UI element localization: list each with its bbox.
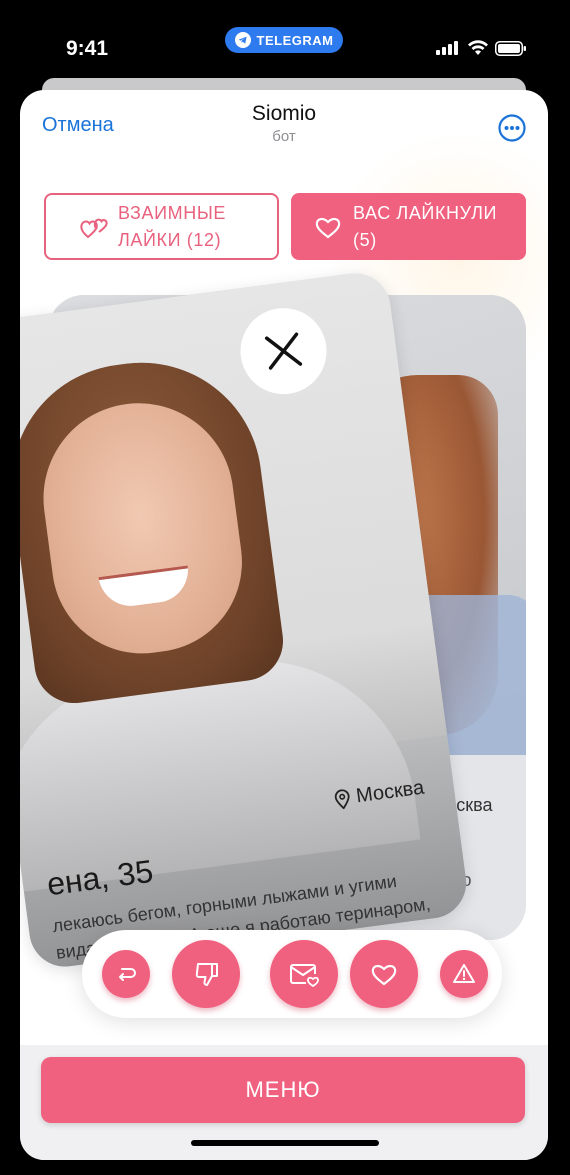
like-button[interactable] bbox=[350, 940, 418, 1008]
status-time: 9:41 bbox=[66, 37, 109, 60]
heart-icon bbox=[371, 964, 397, 986]
message-button[interactable] bbox=[270, 940, 338, 1008]
home-indicator bbox=[191, 1140, 379, 1146]
heart-icon bbox=[315, 217, 341, 238]
more-circle-icon[interactable] bbox=[498, 114, 526, 142]
status-bar: 9:41 TELEGRAM bbox=[0, 0, 570, 90]
close-card-button[interactable] bbox=[235, 302, 332, 400]
wifi-icon bbox=[468, 40, 488, 55]
tab-mutual-likes-label: ВЗАИМНЫЕ ЛАЙКИ (12) bbox=[118, 202, 226, 250]
dislike-button[interactable] bbox=[172, 940, 240, 1008]
signal-icon bbox=[436, 41, 458, 55]
menu-button[interactable]: МЕНЮ bbox=[41, 1057, 525, 1123]
bot-title: Siomio bbox=[251, 102, 317, 125]
bot-webapp-sheet: Отмена Siomio бот ВЗАИМНЫЕ ЛАЙКИ (12) ВА… bbox=[20, 90, 548, 1160]
bot-subtitle: бот bbox=[272, 128, 296, 145]
telegram-pill[interactable]: TELEGRAM bbox=[225, 27, 343, 53]
action-bar bbox=[82, 930, 502, 1018]
location-pin-icon bbox=[334, 788, 350, 810]
telegram-icon bbox=[234, 32, 251, 48]
close-icon bbox=[264, 332, 303, 370]
double-heart-icon bbox=[80, 218, 108, 238]
undo-button[interactable] bbox=[102, 950, 150, 998]
thumbs-down-icon bbox=[195, 963, 218, 986]
tab-liked-you-label: ВАС ЛАЙКНУЛИ (5) bbox=[353, 202, 498, 250]
telegram-label: TELEGRAM bbox=[256, 32, 334, 48]
envelope-heart-icon bbox=[290, 964, 319, 988]
tab-liked-you[interactable]: ВАС ЛАЙКНУЛИ (5) bbox=[291, 193, 526, 260]
battery-icon bbox=[495, 41, 526, 56]
report-button[interactable] bbox=[440, 950, 488, 998]
undo-icon bbox=[119, 968, 136, 981]
tab-mutual-likes[interactable]: ВЗАИМНЫЕ ЛАЙКИ (12) bbox=[44, 193, 279, 260]
warning-icon bbox=[453, 964, 475, 983]
